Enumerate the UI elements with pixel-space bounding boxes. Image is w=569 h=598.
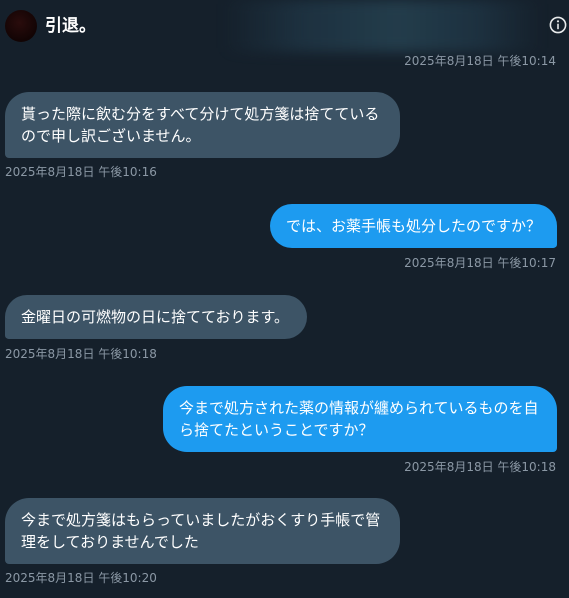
incoming-message-bubble[interactable]: 貰った際に飲む分をすべて分けて処方箋は捨てている ので申し訳ございません。: [5, 92, 400, 158]
message-timestamp: 2025年8月18日 午後10:16: [5, 165, 157, 179]
incoming-message-bubble[interactable]: 今まで処方箋はもらっていましたがおくすり手帳で管 理をしておりませんでした: [5, 498, 400, 564]
message-text-line: では、お薬手帳も処分したのですか？: [286, 217, 542, 235]
blurred-banner: [222, 0, 542, 52]
message-text-line: ので申し訳ございません。: [21, 127, 201, 145]
message-text-line: 貰った際に飲む分をすべて分けて処方箋は捨てている: [21, 105, 380, 123]
message-text-line: 今まで処方箋はもらっていましたがおくすり手帳で管: [21, 511, 381, 529]
message-timestamp: 2025年8月18日 午後10:18: [404, 460, 556, 474]
info-icon[interactable]: [549, 16, 567, 34]
message-text-line: 今まで処方された薬の情報が纏められているものを自: [179, 399, 539, 417]
message-timestamp: 2025年8月18日 午後10:20: [5, 571, 157, 585]
conversation-title[interactable]: 引退。: [45, 14, 96, 38]
outgoing-message-bubble[interactable]: 今まで処方された薬の情報が纏められているものを自 ら捨てたということですか？: [163, 386, 557, 452]
message-text-line: 金曜日の可燃物の日に捨てております。: [21, 308, 290, 326]
message-timestamp: 2025年8月18日 午後10:17: [404, 256, 556, 270]
message-text-line: ら捨てたということですか？: [179, 421, 374, 439]
conversation-header: 引退。: [0, 0, 569, 52]
message-timestamp: 2025年8月18日 午後10:14: [404, 54, 556, 68]
message-timestamp: 2025年8月18日 午後10:18: [5, 347, 157, 361]
outgoing-message-bubble[interactable]: では、お薬手帳も処分したのですか？: [270, 204, 557, 248]
message-text-line: 理をしておりませんでした: [21, 533, 199, 551]
avatar[interactable]: [5, 10, 37, 42]
incoming-message-bubble[interactable]: 金曜日の可燃物の日に捨てております。: [5, 295, 307, 339]
